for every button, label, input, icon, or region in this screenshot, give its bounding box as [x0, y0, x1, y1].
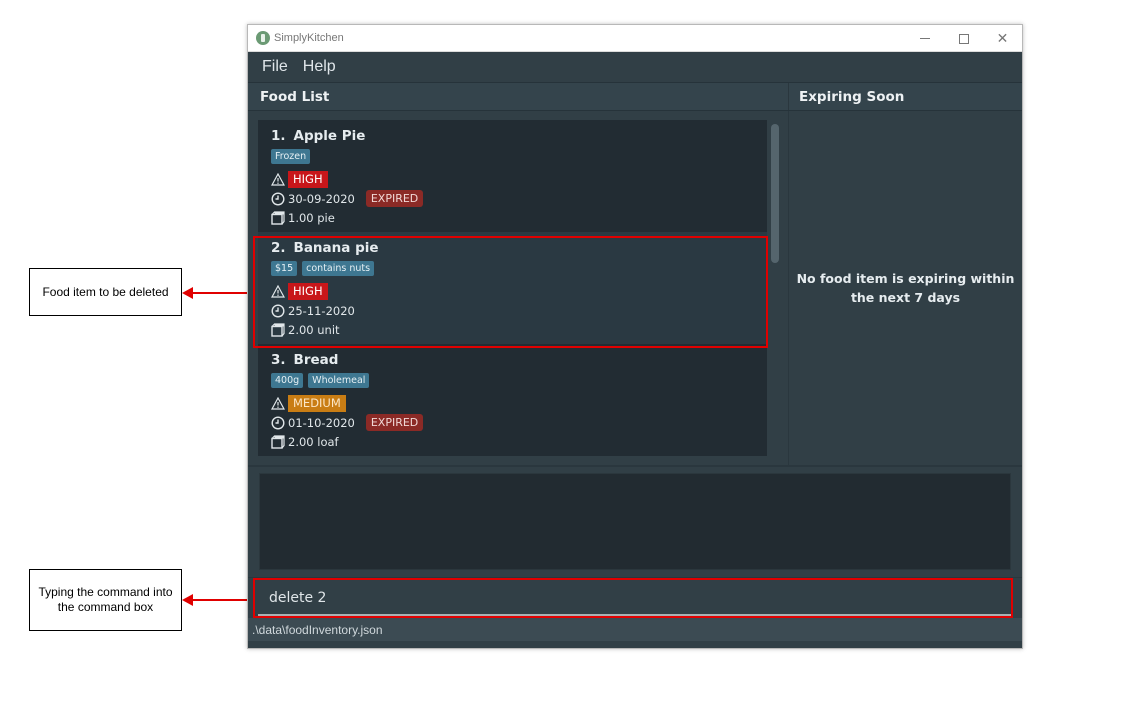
box-icon: [271, 434, 285, 449]
food-item-index: 1.: [271, 128, 286, 144]
quantity: 2.00 loaf: [288, 434, 339, 449]
food-list-title: Food List: [260, 88, 330, 105]
data-file-path: .\data\foodInventory.json: [252, 622, 383, 637]
title-bar: SimplyKitchen ✕: [248, 25, 1022, 52]
expiry-date: 01-10-2020: [288, 415, 355, 430]
food-item-1[interactable]: 1. Apple Pie Frozen HIGH 30-09-2020 EXPIR…: [258, 120, 767, 232]
annotation-text: Typing the command into the command box: [38, 585, 173, 614]
clock-icon: [271, 191, 285, 206]
window-title: SimplyKitchen: [274, 32, 344, 44]
status-bar: .\data\foodInventory.json: [248, 618, 1022, 641]
food-item-2[interactable]: 2. Banana pie $15 contains nuts HIGH 25-1…: [258, 232, 767, 344]
food-item-3[interactable]: 3. Bread 400g Wholemeal MEDIUM 01-10-2020…: [258, 344, 767, 456]
app-logo-icon: [256, 31, 270, 45]
priority-badge: HIGH: [288, 171, 328, 188]
menu-file[interactable]: File: [262, 58, 288, 76]
expiry-date: 30-09-2020: [288, 191, 355, 206]
expiry-date: 25-11-2020: [288, 303, 355, 318]
food-item-name: Banana pie: [293, 240, 379, 256]
annotation-text: Food item to be deleted: [42, 284, 169, 299]
food-list[interactable]: 1. Apple Pie Frozen HIGH 30-09-2020 EXPIR…: [258, 120, 767, 457]
expired-badge: EXPIRED: [365, 190, 424, 207]
food-list-scrollbar[interactable]: [770, 120, 780, 457]
clock-icon: [271, 303, 285, 318]
food-list-panel: 1. Apple Pie Frozen HIGH 30-09-2020 EXPIR…: [248, 111, 789, 465]
clock-icon: [271, 415, 285, 430]
minimize-button[interactable]: [905, 25, 944, 52]
food-tag: $15: [271, 261, 298, 276]
expiring-soon-panel: No food item is expiring within the next…: [789, 111, 1022, 465]
close-button[interactable]: ✕: [983, 25, 1022, 52]
food-item-index: 2.: [271, 240, 286, 256]
food-item-name: Apple Pie: [293, 128, 366, 144]
priority-badge: MEDIUM: [288, 395, 346, 412]
box-icon: [271, 210, 285, 225]
priority-badge: HIGH: [288, 283, 328, 300]
maximize-button[interactable]: [944, 25, 983, 52]
food-tag: contains nuts: [302, 261, 375, 276]
warning-icon: [271, 173, 285, 187]
menu-help[interactable]: Help: [303, 58, 336, 76]
app-window: SimplyKitchen ✕ File Help Food List Expi…: [247, 24, 1023, 649]
expired-badge: EXPIRED: [365, 414, 424, 431]
expiring-soon-message: No food item is expiring within the next…: [796, 271, 1015, 305]
annotation-arrow-line: [192, 599, 254, 601]
expiring-soon-title: Expiring Soon: [799, 88, 905, 105]
minimize-icon: [919, 38, 930, 39]
menu-bar: File Help: [248, 52, 1022, 83]
food-item-index: 3.: [271, 352, 286, 368]
scrollbar-thumb[interactable]: [771, 124, 779, 263]
box-icon: [271, 322, 285, 337]
food-tag: 400g: [271, 373, 304, 388]
warning-icon: [271, 285, 285, 299]
quantity: 1.00 pie: [288, 210, 335, 225]
result-display: [259, 473, 1011, 570]
food-tag: Wholemeal: [308, 373, 370, 388]
annotation-arrow-line: [192, 292, 254, 294]
close-icon: ✕: [996, 30, 1009, 47]
warning-icon: [271, 397, 285, 411]
annotation-food-item-to-delete: Food item to be deleted: [29, 268, 182, 316]
annotation-command-typing: Typing the command into the command box: [29, 569, 182, 631]
food-item-name: Bread: [293, 352, 339, 368]
command-box[interactable]: [258, 582, 1012, 616]
quantity: 2.00 unit: [288, 322, 340, 337]
maximize-icon: [958, 33, 969, 44]
food-tag: Frozen: [271, 149, 311, 164]
